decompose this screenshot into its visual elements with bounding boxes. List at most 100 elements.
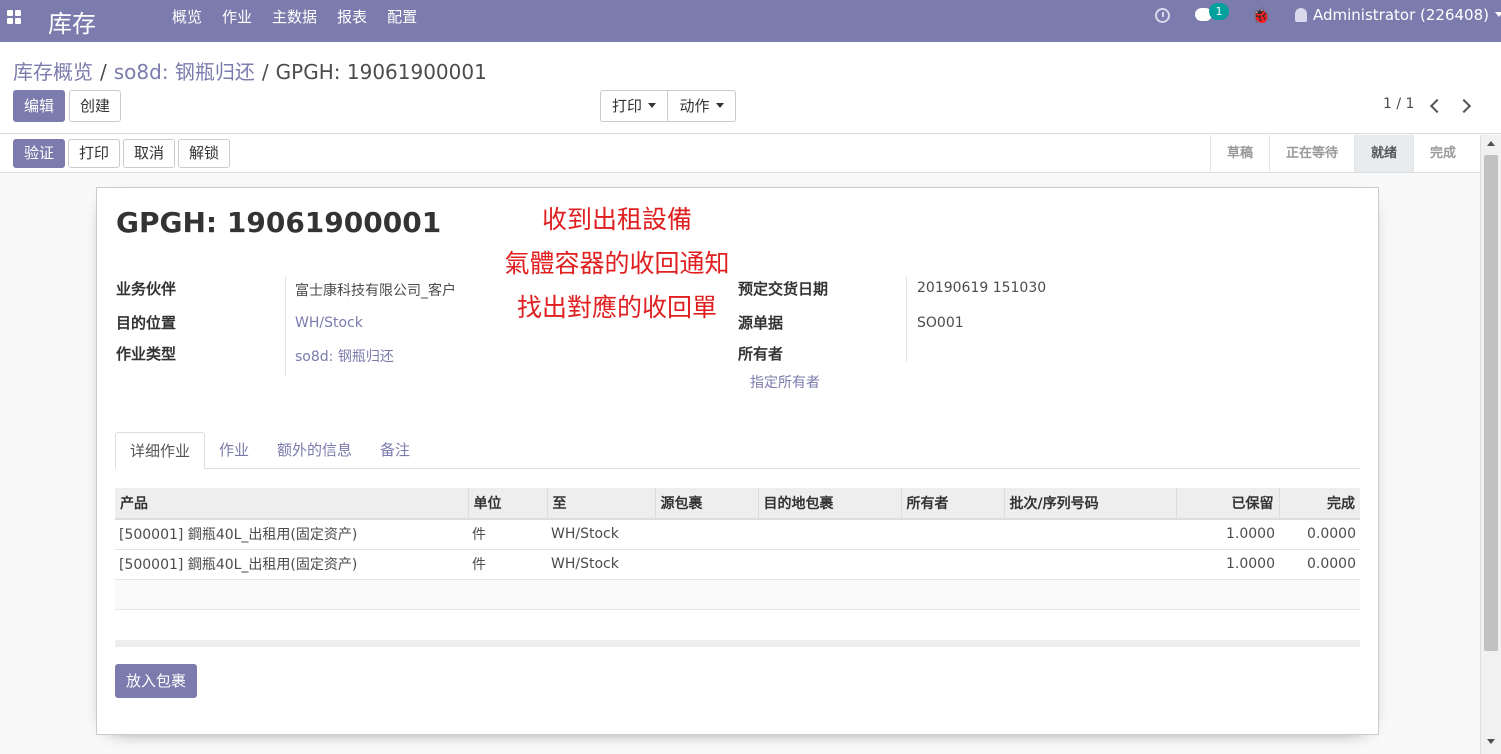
edit-button[interactable]: 编辑	[13, 90, 65, 122]
breadcrumb-item-overview[interactable]: 库存概览	[13, 60, 93, 84]
operation-type-label: 作业类型	[116, 345, 177, 363]
status-step-done[interactable]: 完成	[1413, 135, 1473, 172]
field-divider	[906, 276, 907, 362]
cell-lot-serial	[1004, 519, 1176, 550]
menu-item-reporting[interactable]: 报表	[327, 0, 377, 42]
cell-reserved: 1.0000	[1176, 549, 1279, 580]
tab-operations[interactable]: 作业	[205, 432, 263, 468]
top-navbar: 库存 概览 作业 主数据 报表 配置 1 🐞 Administrator (22…	[0, 0, 1501, 42]
pager-value[interactable]: 1 / 1	[1383, 96, 1414, 112]
tab-detailed-operations[interactable]: 详细作业	[115, 432, 206, 469]
form-sheet: GPGH: 19061900001 收到出租設備 氣體容器的收回通知 找出對應的…	[96, 187, 1379, 735]
column-header-uom[interactable]: 单位	[468, 488, 548, 520]
column-header-destination-package[interactable]: 目的地包裹	[758, 488, 902, 520]
owner-label: 所有者	[738, 345, 784, 363]
scroll-down-icon[interactable]	[1487, 739, 1495, 744]
put-in-pack-button[interactable]: 放入包裹	[115, 664, 197, 698]
cell-uom: 件	[468, 549, 547, 580]
operation-type-value[interactable]: so8d: 钢瓶归还	[295, 346, 394, 366]
scheduled-date-label: 预定交货日期	[738, 280, 829, 298]
status-step-waiting[interactable]: 正在等待	[1269, 135, 1355, 172]
breadcrumb-item-operation-type[interactable]: so8d: 钢瓶归还	[114, 60, 255, 84]
chat-count-badge: 1	[1209, 3, 1229, 20]
cell-owner	[901, 519, 1004, 550]
breadcrumb-separator: /	[100, 60, 107, 84]
pager-next-icon[interactable]	[1456, 98, 1472, 114]
annotation-overlay: 收到出租設備 氣體容器的收回通知 找出對應的收回單	[477, 198, 757, 330]
status-step-ready[interactable]: 就绪	[1354, 135, 1414, 172]
menu-item-master-data[interactable]: 主数据	[262, 0, 327, 42]
cell-source-package	[655, 519, 758, 550]
scroll-up-icon[interactable]	[1487, 141, 1495, 146]
scrollbar-thumb[interactable]	[1484, 155, 1498, 651]
column-header-product[interactable]: 产品	[115, 488, 469, 520]
cell-reserved: 1.0000	[1176, 519, 1279, 550]
annotation-line: 找出對應的收回單	[516, 293, 717, 322]
column-header-owner[interactable]: 所有者	[901, 488, 1005, 520]
partner-label: 业务伙伴	[116, 280, 177, 298]
user-avatar-icon	[1295, 8, 1307, 22]
table-empty-row	[115, 579, 1360, 610]
action-dropdown-label: 动作	[679, 97, 710, 115]
record-title: GPGH: 19061900001	[116, 206, 442, 239]
debug-bug-icon[interactable]: 🐞	[1251, 6, 1271, 25]
partner-value[interactable]: 富士康科技有限公司_客户	[295, 280, 456, 300]
status-step-draft[interactable]: 草稿	[1210, 135, 1270, 172]
control-panel: 库存概览 / so8d: 钢瓶归还 / GPGH: 19061900001 编辑 创建 …	[0, 42, 1501, 134]
column-header-source-package[interactable]: 源包裹	[655, 488, 759, 520]
user-menu[interactable]: Administrator (226408)	[1295, 6, 1501, 24]
main-menu: 概览 作业 主数据 报表 配置	[162, 0, 427, 42]
annotation-line: 氣體容器的收回通知	[504, 249, 730, 278]
scrollbar[interactable]	[1480, 135, 1501, 754]
print-button[interactable]: 打印	[68, 139, 120, 168]
menu-item-operations[interactable]: 作业	[212, 0, 262, 42]
column-header-lot-serial[interactable]: 批次/序列号码	[1004, 488, 1177, 520]
tab-notes[interactable]: 备注	[366, 432, 424, 468]
column-header-reserved[interactable]: 已保留	[1176, 488, 1280, 520]
cell-to: WH/Stock	[547, 549, 655, 580]
table-row[interactable]: [500001] 鋼瓶40L_出租用(固定资产) 件 WH/Stock 1.00…	[115, 549, 1360, 580]
cancel-button[interactable]: 取消	[123, 139, 175, 168]
print-dropdown-button[interactable]: 打印	[600, 90, 668, 122]
cell-product: [500001] 鋼瓶40L_出租用(固定资产)	[115, 549, 468, 580]
cell-owner	[901, 549, 1004, 580]
scheduled-date-value[interactable]: 20190619 151030	[917, 280, 1046, 296]
cell-product: [500001] 鋼瓶40L_出租用(固定资产)	[115, 519, 468, 550]
notebook-tabs: 详细作业 作业 额外的信息 备注	[115, 432, 1360, 469]
breadcrumb: 库存概览 / so8d: 钢瓶归还 / GPGH: 19061900001	[13, 56, 487, 85]
annotation-line: 收到出租設備	[541, 205, 692, 234]
print-dropdown-label: 打印	[611, 97, 642, 115]
destination-value[interactable]: WH/Stock	[295, 315, 363, 331]
pager-previous-icon[interactable]	[1429, 98, 1445, 114]
cell-source-package	[655, 549, 758, 580]
table-row[interactable]: [500001] 鋼瓶40L_出租用(固定资产) 件 WH/Stock 1.00…	[115, 519, 1360, 550]
cell-done: 0.0000	[1279, 519, 1360, 550]
caret-down-icon	[715, 103, 724, 108]
create-button[interactable]: 创建	[69, 90, 121, 122]
unlock-button[interactable]: 解锁	[178, 139, 230, 168]
source-document-label: 源单据	[738, 314, 784, 332]
column-header-to[interactable]: 至	[547, 488, 656, 520]
app-brand[interactable]: 库存	[48, 4, 96, 39]
menu-item-configuration[interactable]: 配置	[377, 0, 427, 42]
menu-item-overview[interactable]: 概览	[162, 0, 212, 42]
tab-additional-info[interactable]: 额外的信息	[263, 432, 366, 468]
table-header-row: 产品 单位 至 源包裹 目的地包裹 所有者 批次/序列号码 已保留 完成	[115, 488, 1360, 520]
source-document-value[interactable]: SO001	[917, 315, 964, 331]
assign-owner-link[interactable]: 指定所有者	[750, 372, 820, 392]
column-header-done[interactable]: 完成	[1279, 488, 1360, 520]
cell-to: WH/Stock	[547, 519, 655, 550]
action-dropdown-button[interactable]: 动作	[667, 90, 736, 122]
cell-uom: 件	[468, 519, 547, 550]
caret-down-icon	[648, 103, 656, 108]
destination-label: 目的位置	[116, 314, 177, 332]
table-footer	[115, 640, 1360, 647]
activity-clock-icon[interactable]	[1155, 8, 1170, 23]
validate-button[interactable]: 验证	[13, 139, 65, 168]
breadcrumb-current: GPGH: 19061900001	[275, 60, 487, 84]
user-name: Administrator (226408)	[1313, 6, 1489, 24]
apps-menu-icon[interactable]	[7, 10, 21, 24]
caret-down-icon	[1495, 12, 1501, 17]
field-divider	[285, 276, 286, 376]
cell-destination-package	[758, 549, 901, 580]
